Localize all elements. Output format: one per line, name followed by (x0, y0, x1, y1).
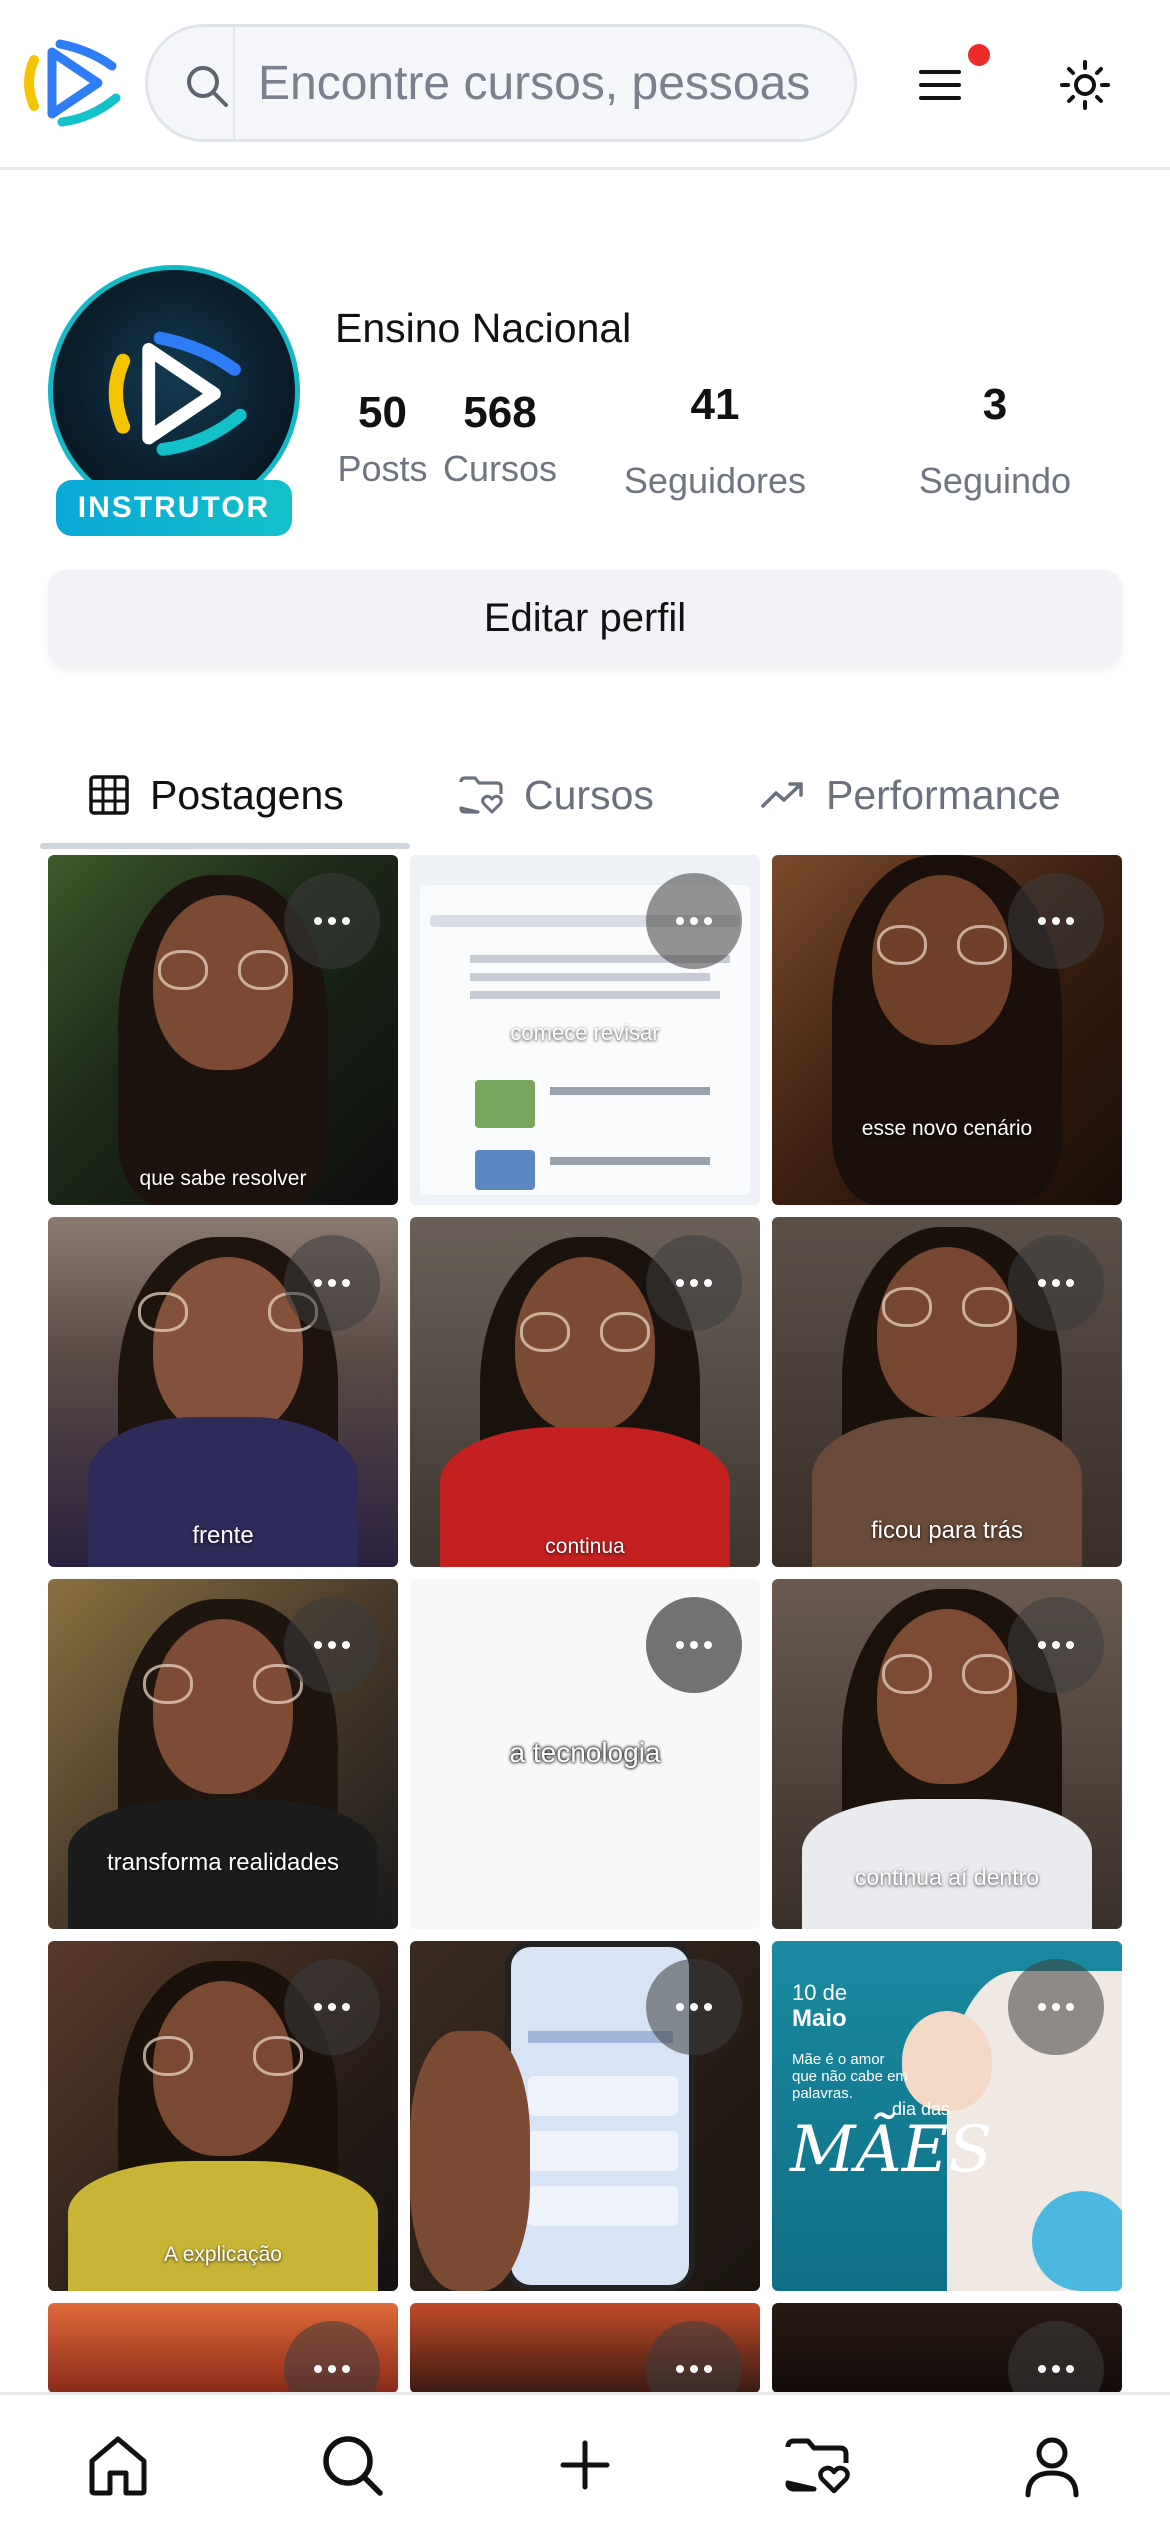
post-tile[interactable] (772, 2303, 1122, 2393)
post-caption: continua (545, 1535, 625, 1558)
more-options-button[interactable] (646, 1959, 742, 2055)
post-tile[interactable]: esse novo cenário (772, 855, 1122, 1205)
promo-big-heading: MÃES (790, 2113, 993, 2187)
more-options-button[interactable] (646, 2321, 742, 2393)
post-tile[interactable]: frente (48, 1217, 398, 1567)
tab-posts[interactable]: Postagens (88, 740, 344, 850)
post-caption: A explicação (164, 2243, 282, 2266)
edit-profile-button[interactable]: Editar perfil (48, 570, 1122, 666)
menu-button[interactable] (905, 50, 975, 120)
app-logo[interactable] (20, 30, 125, 135)
post-tile[interactable]: 10 de Maio Mãe é o amor que não cabe em … (772, 1941, 1122, 2291)
active-tab-indicator (40, 843, 410, 849)
menu-icon (919, 70, 961, 100)
folder-heart-icon (785, 2438, 850, 2494)
search-divider (233, 27, 235, 139)
post-caption: que sabe resolver (139, 1167, 307, 1190)
more-options-button[interactable] (284, 1235, 380, 1331)
more-options-button[interactable] (1008, 1235, 1104, 1331)
home-icon (89, 2436, 147, 2496)
post-caption: a tecnologia (509, 1737, 661, 1768)
stat-followers-value[interactable]: 41 (620, 380, 810, 430)
instructor-badge: INSTRUTOR (56, 480, 292, 536)
sun-icon (1060, 60, 1110, 110)
post-tile[interactable]: A explicação (48, 1941, 398, 2291)
bottom-nav (0, 2392, 1170, 2532)
post-caption: continua aí dentro (854, 1864, 1040, 1890)
more-options-button[interactable] (284, 1959, 380, 2055)
post-tile[interactable]: que sabe resolver (48, 855, 398, 1205)
folder-heart-icon (459, 776, 503, 814)
tab-courses-label: Cursos (524, 771, 654, 818)
post-tile[interactable] (410, 2303, 760, 2393)
promo-tagline: Mãe é o amor que não cabe em palavras. (792, 2051, 908, 2102)
post-tile[interactable] (410, 1941, 760, 2291)
post-tile[interactable]: transforma realidades (48, 1579, 398, 1929)
post-caption: esse novo cenário (861, 1117, 1033, 1140)
nav-create-button[interactable] (545, 2425, 625, 2505)
search-icon (187, 66, 228, 107)
more-options-button[interactable] (646, 1235, 742, 1331)
post-caption: transforma realidades (106, 1849, 340, 1876)
grid-icon (89, 775, 129, 815)
more-options-button[interactable] (646, 873, 742, 969)
more-options-button[interactable] (284, 1597, 380, 1693)
post-tile[interactable] (48, 2303, 398, 2393)
nav-home-button[interactable] (78, 2425, 158, 2505)
post-tile[interactable]: continua (410, 1217, 760, 1567)
post-caption: frente (192, 1522, 254, 1549)
nav-search-button[interactable] (312, 2425, 392, 2505)
post-caption: ficou para trás (870, 1517, 1024, 1544)
tab-performance[interactable]: Performance (760, 740, 1061, 850)
tab-performance-label: Performance (826, 771, 1061, 818)
search-input[interactable] (258, 27, 838, 139)
profile-tabs: Postagens Cursos Performance (40, 740, 1130, 850)
tab-posts-label: Postagens (150, 771, 344, 818)
tab-courses[interactable]: Cursos (458, 740, 654, 850)
search-icon (323, 2436, 383, 2496)
theme-toggle-button[interactable] (1050, 50, 1120, 120)
more-options-button[interactable] (646, 1597, 742, 1693)
stat-posts-label: Posts (337, 448, 428, 489)
more-options-button[interactable] (1008, 2321, 1104, 2393)
post-tile[interactable]: a tecnologia (410, 1579, 760, 1929)
more-options-button[interactable] (1008, 1597, 1104, 1693)
profile-avatar-wrap: INSTRUTOR (48, 265, 300, 540)
stat-courses-value[interactable]: 568 (440, 388, 560, 438)
more-options-button[interactable] (284, 2321, 380, 2393)
post-tile[interactable]: ficou para trás (772, 1217, 1122, 1567)
stat-following-value[interactable]: 3 (900, 380, 1090, 430)
trending-up-icon (761, 782, 803, 808)
post-caption: comece revisar (510, 1020, 660, 1045)
stat-followers-label[interactable]: Seguidores (605, 460, 825, 502)
post-tile[interactable]: continua aí dentro (772, 1579, 1122, 1929)
search-bar[interactable] (145, 24, 857, 142)
top-bar (0, 0, 1170, 170)
nav-courses-button[interactable] (778, 2425, 858, 2505)
plus-icon (560, 2440, 610, 2490)
stat-posts-value: 50 (358, 388, 407, 437)
notification-dot (968, 44, 990, 66)
stat-following-label[interactable]: Seguindo (890, 460, 1100, 502)
profile-name: Ensino Nacional (335, 305, 632, 351)
promo-date-small: 10 de (792, 1980, 848, 2005)
nav-profile-button[interactable] (1012, 2425, 1092, 2505)
stat-courses-label[interactable]: Cursos (435, 448, 565, 490)
user-icon (1025, 2437, 1079, 2498)
more-options-button[interactable] (1008, 873, 1104, 969)
promo-date-month: Maio (792, 2005, 847, 2032)
more-options-button[interactable] (284, 873, 380, 969)
post-tile[interactable]: comece revisar (410, 855, 760, 1205)
more-options-button[interactable] (1008, 1959, 1104, 2055)
